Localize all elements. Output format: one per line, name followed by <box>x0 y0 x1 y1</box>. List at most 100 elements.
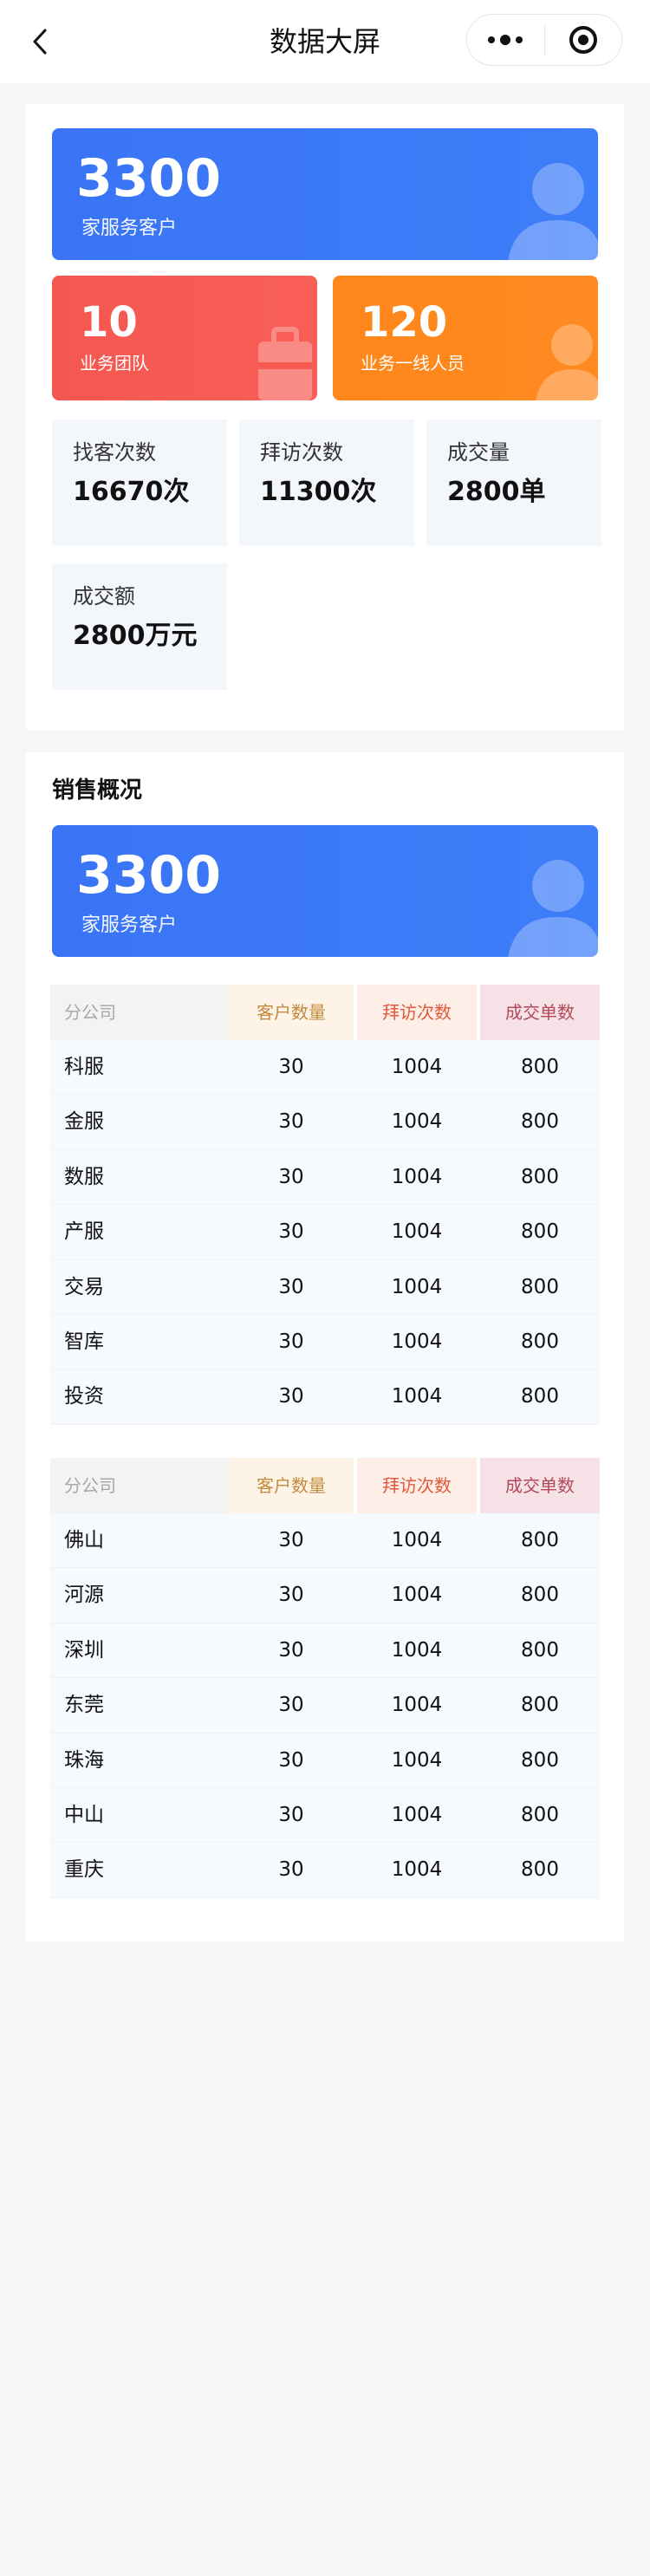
cell-visits: 1004 <box>391 1638 443 1662</box>
staff-silhouette-icon <box>536 324 598 400</box>
cell-branch: 重庆 <box>64 1858 104 1882</box>
cell-visits: 1004 <box>391 1529 443 1551</box>
cell-deals: 800 <box>521 1748 559 1772</box>
cell-clients: 30 <box>278 1803 304 1826</box>
cell-deals: 800 <box>521 1275 559 1298</box>
frontline-staff-caption: 业务一线人员 <box>361 353 465 374</box>
mini-program-capsule <box>466 14 622 66</box>
cell-visits: 1004 <box>391 1694 443 1717</box>
cell-clients: 30 <box>278 1584 304 1607</box>
sales-clients-caption: 家服务客户 <box>81 914 178 936</box>
user-silhouette-icon <box>508 860 598 957</box>
table-header: 分公司 客户数量 拜访次数 成交单数 <box>50 985 600 1040</box>
user-silhouette-icon <box>508 163 598 260</box>
cell-deals: 800 <box>521 1165 559 1188</box>
stat-box-find-clients: 找客次数 16670次 <box>52 420 227 546</box>
stat-box-deals: 成交量 2800单 <box>426 420 601 546</box>
cell-clients: 30 <box>278 1529 304 1551</box>
cell-clients: 30 <box>278 1330 304 1353</box>
service-clients-value: 3300 <box>76 148 221 209</box>
more-menu-button[interactable] <box>467 15 544 65</box>
table-row: 深圳 30 1004 800 <box>50 1623 600 1679</box>
column-header-branch: 分公司 <box>50 985 229 1040</box>
cell-branch: 金服 <box>64 1110 104 1134</box>
cell-visits: 1004 <box>391 1584 443 1607</box>
cell-branch: 深圳 <box>64 1638 104 1662</box>
cell-visits: 1004 <box>391 1056 443 1078</box>
cell-visits: 1004 <box>391 1275 443 1298</box>
cell-branch: 产服 <box>64 1220 104 1244</box>
close-mini-program-button[interactable] <box>545 15 622 65</box>
stat-label: 拜访次数 <box>260 440 343 465</box>
cell-visits: 1004 <box>391 1110 443 1134</box>
stat-label: 成交额 <box>73 584 135 608</box>
briefcase-icon <box>258 327 312 400</box>
stat-box-visits: 拜访次数 11300次 <box>239 420 414 546</box>
table-row: 河源 30 1004 800 <box>50 1568 600 1623</box>
cell-branch: 科服 <box>64 1056 104 1078</box>
cell-branch: 珠海 <box>64 1748 104 1772</box>
cell-visits: 1004 <box>391 1385 443 1408</box>
cell-branch: 佛山 <box>64 1529 104 1551</box>
table-row: 东莞 30 1004 800 <box>50 1678 600 1734</box>
teams-card: 10 业务团队 <box>52 276 317 400</box>
cell-visits: 1004 <box>391 1748 443 1772</box>
cell-deals: 800 <box>521 1858 559 1882</box>
cell-deals: 800 <box>521 1803 559 1826</box>
stat-value: 11300次 <box>260 477 377 507</box>
frontline-staff-value: 120 <box>361 298 448 347</box>
table-row: 数服 30 1004 800 <box>50 1149 600 1206</box>
target-circle-icon <box>569 26 597 54</box>
cell-visits: 1004 <box>391 1220 443 1244</box>
cell-branch: 交易 <box>64 1275 104 1298</box>
teams-caption: 业务团队 <box>80 353 149 374</box>
cell-clients: 30 <box>278 1275 304 1298</box>
cell-clients: 30 <box>278 1110 304 1134</box>
cell-deals: 800 <box>521 1110 559 1134</box>
cell-clients: 30 <box>278 1165 304 1188</box>
cell-clients: 30 <box>278 1220 304 1244</box>
stat-label: 找客次数 <box>73 440 156 465</box>
nav-bar: 数据大屏 <box>0 0 650 83</box>
cell-clients: 30 <box>278 1385 304 1408</box>
cell-deals: 800 <box>521 1529 559 1551</box>
column-header-branch: 分公司 <box>50 1458 229 1513</box>
cell-deals: 800 <box>521 1584 559 1607</box>
table-row: 重庆 30 1004 800 <box>50 1843 600 1898</box>
cell-deals: 800 <box>521 1638 559 1662</box>
cell-clients: 30 <box>278 1694 304 1717</box>
column-header-deals: 成交单数 <box>480 985 600 1040</box>
table-row: 交易 30 1004 800 <box>50 1259 600 1315</box>
more-dots-icon <box>488 35 523 45</box>
service-clients-banner: 3300 家服务客户 <box>52 128 598 260</box>
table-row: 金服 30 1004 800 <box>50 1095 600 1150</box>
frontline-staff-card: 120 业务一线人员 <box>333 276 598 400</box>
table-row: 投资 30 1004 800 <box>50 1369 600 1425</box>
stat-value: 16670次 <box>73 477 190 507</box>
table-row: 珠海 30 1004 800 <box>50 1733 600 1788</box>
cell-visits: 1004 <box>391 1330 443 1353</box>
column-header-clients: 客户数量 <box>229 1458 354 1513</box>
table-row: 科服 30 1004 800 <box>50 1040 600 1096</box>
column-header-visits: 拜访次数 <box>357 1458 477 1513</box>
table-row: 中山 30 1004 800 <box>50 1787 600 1844</box>
stat-value: 2800单 <box>447 477 546 507</box>
cell-visits: 1004 <box>391 1858 443 1882</box>
cell-clients: 30 <box>278 1748 304 1772</box>
service-clients-caption: 家服务客户 <box>81 218 178 239</box>
table-row: 佛山 30 1004 800 <box>50 1513 600 1569</box>
cell-visits: 1004 <box>391 1803 443 1826</box>
cell-deals: 800 <box>521 1694 559 1717</box>
cell-branch: 河源 <box>64 1584 104 1607</box>
cell-deals: 800 <box>521 1385 559 1408</box>
table-row: 产服 30 1004 800 <box>50 1205 600 1260</box>
cell-visits: 1004 <box>391 1165 443 1188</box>
cell-clients: 30 <box>278 1638 304 1662</box>
table-body: 佛山 30 1004 800 河源 30 1004 800 深圳 30 1004 800 东莞 30 100… <box>50 1513 600 1898</box>
stat-value: 2800万元 <box>73 621 198 651</box>
table-header: 分公司 客户数量 拜访次数 成交单数 <box>50 1458 600 1513</box>
cell-branch: 数服 <box>64 1165 104 1188</box>
cell-deals: 800 <box>521 1330 559 1353</box>
cell-branch: 投资 <box>64 1385 104 1408</box>
cell-deals: 800 <box>521 1220 559 1244</box>
